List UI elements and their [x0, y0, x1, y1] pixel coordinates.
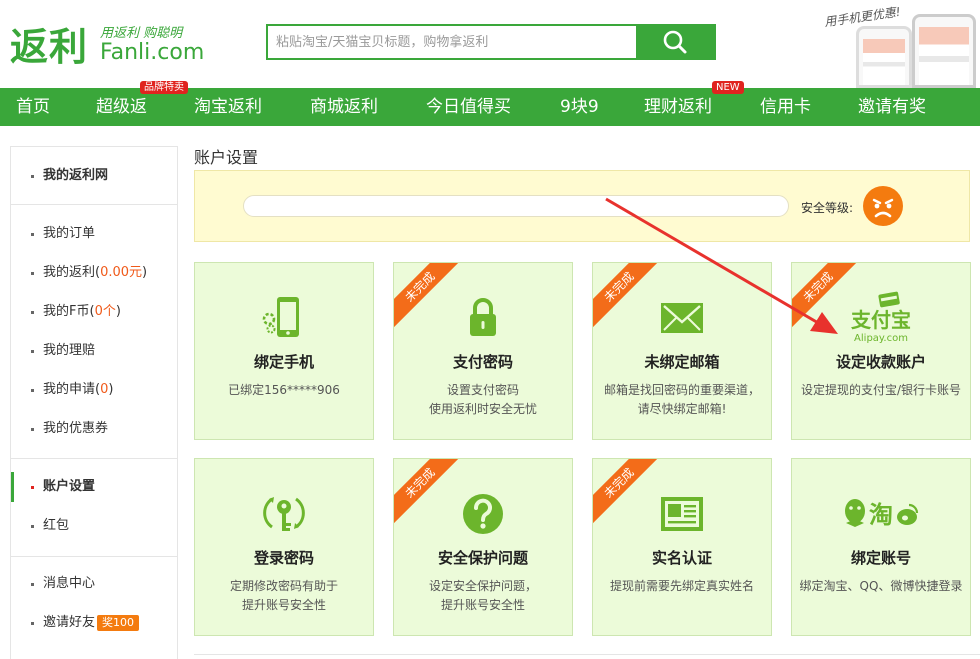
- card-desc: 已绑定156*****906: [228, 383, 340, 397]
- question-icon: [394, 489, 572, 539]
- sidebar-item-label: 我的申请: [43, 382, 96, 397]
- bind-email-card[interactable]: 未完成 未绑定邮箱 邮箱是找回密码的重要渠道， 请尽快绑定邮箱!: [592, 262, 772, 440]
- page-title: 账户设置: [194, 148, 259, 167]
- sidebar-item-label: 邀请好友: [43, 615, 96, 630]
- new-badge: NEW: [712, 81, 744, 94]
- sidebar-item-label: 账户设置: [43, 479, 96, 494]
- mobile-app-promo[interactable]: 用手机更优惠!: [818, 0, 980, 88]
- sidebar-item-coupons[interactable]: 我的优惠券: [11, 414, 177, 444]
- card-title: 安全保护问题: [437, 549, 528, 567]
- phone-icon: [195, 293, 373, 343]
- sidebar-item-red-packet[interactable]: 红包: [11, 511, 177, 541]
- sidebar-item-label: 我的理赔: [43, 343, 96, 358]
- sidebar-item-label: 我的返利: [43, 265, 96, 280]
- alipay-icon: 支付宝 Alipay.com: [792, 291, 970, 344]
- nav-item-finance-rebate[interactable]: 理财返利: [644, 88, 712, 126]
- security-level-panel: 安全等级:: [194, 170, 970, 242]
- id-card-icon: [593, 489, 771, 539]
- divider: [194, 654, 980, 655]
- invite-reward-badge: 奖100: [97, 614, 140, 631]
- nav-item-daily-deals[interactable]: 今日值得买: [426, 88, 511, 126]
- sidebar-item-rebate[interactable]: 我的返利(0.00元): [11, 258, 177, 288]
- search-bar: [266, 24, 716, 60]
- card-title: 实名认证: [651, 549, 712, 567]
- nav-item-super-rebate[interactable]: 超级返: [96, 88, 147, 126]
- logo-slogan: 用返利 购聪明: [100, 26, 183, 41]
- card-desc: 绑定淘宝、QQ、微博快捷登录: [799, 579, 963, 593]
- sidebar-item-messages[interactable]: 消息中心: [11, 569, 177, 599]
- nav-item-mall-rebate[interactable]: 商城返利: [310, 88, 378, 126]
- security-level-label: 安全等级:: [801, 201, 854, 215]
- security-progress-bar: [243, 195, 789, 217]
- fanli-logo[interactable]: 返利 用返利 购聪明 Fanli.com: [10, 14, 210, 70]
- bind-phone-card[interactable]: 绑定手机 已绑定156*****906: [194, 262, 374, 440]
- card-title: 设定收款账户: [835, 353, 926, 371]
- card-title: 支付密码: [452, 353, 513, 371]
- card-desc: 设置支付密码 使用返利时安全无忧: [428, 383, 537, 416]
- sidebar-item-orders[interactable]: 我的订单: [11, 219, 177, 249]
- site-header: 返利 用返利 购聪明 Fanli.com 用手机更优惠!: [0, 0, 980, 88]
- card-desc: 邮箱是找回密码的重要渠道， 请尽快绑定邮箱!: [603, 383, 760, 416]
- real-name-card[interactable]: 未完成 实名认证 提现前需要先绑定真实姓名: [592, 458, 772, 636]
- sidebar-item-claims[interactable]: 我的理赔: [11, 336, 177, 366]
- card-title: 未绑定邮箱: [644, 353, 720, 371]
- login-password-card[interactable]: 登录密码 定期修改密码有助于 提升账号安全性: [194, 458, 374, 636]
- mail-icon: [593, 293, 771, 343]
- card-title: 绑定手机: [253, 353, 314, 371]
- card-desc: 设定安全保护问题， 提升账号安全性: [428, 579, 537, 612]
- taobao-logo-text: 淘: [869, 501, 893, 529]
- sidebar-item-applications[interactable]: 我的申请(0): [11, 375, 177, 405]
- search-button[interactable]: [636, 26, 714, 58]
- payout-account-card[interactable]: 未完成 支付宝 Alipay.com 设定收款账户 设定提现的支付宝/银行卡账号: [791, 262, 971, 440]
- card-title: 登录密码: [253, 549, 314, 567]
- alipay-logo-domain: Alipay.com: [854, 333, 908, 344]
- key-icon: [195, 489, 373, 539]
- rebate-amount: 0.00元: [100, 265, 143, 280]
- sidebar-item-my-fanli[interactable]: 我的返利网: [11, 161, 177, 191]
- search-icon: [663, 30, 687, 54]
- logo-domain: Fanli.com: [100, 40, 205, 65]
- search-input[interactable]: [268, 26, 636, 58]
- bind-accounts-card[interactable]: 淘 绑定账号 绑定淘宝、QQ、微博快捷登录: [791, 458, 971, 636]
- sidebar-item-label: 消息中心: [43, 576, 96, 591]
- nav-item-9-9[interactable]: 9块9: [560, 88, 599, 126]
- sidebar-item-account-settings[interactable]: 账户设置: [11, 472, 177, 502]
- alipay-logo-text: 支付宝: [851, 308, 911, 332]
- payment-password-card[interactable]: 未完成 支付密码 设置支付密码 使用返利时安全无忧: [393, 262, 573, 440]
- card-desc: 设定提现的支付宝/银行卡账号: [800, 383, 962, 397]
- account-sidebar: 我的返利网 我的订单 我的返利(0.00元) 我的F币(0个) 我的理赔 我的申…: [10, 146, 178, 659]
- logo-mark: 返利: [10, 25, 89, 69]
- lock-icon: [394, 293, 572, 343]
- card-desc: 提现前需要先绑定真实姓名: [609, 579, 754, 593]
- sidebar-item-label: 我的订单: [43, 226, 96, 241]
- sidebar-item-coins[interactable]: 我的F币(0个): [11, 297, 177, 327]
- sidebar-item-label: 我的F币: [43, 304, 90, 319]
- nav-item-invite[interactable]: 邀请有奖: [858, 88, 926, 126]
- phone-image: [856, 26, 912, 88]
- card-title: 绑定账号: [850, 549, 911, 567]
- sidebar-item-label: 我的返利网: [43, 168, 109, 183]
- sidebar-item-invite[interactable]: 邀请好友 奖100: [11, 608, 177, 638]
- nav-item-home[interactable]: 首页: [16, 88, 50, 126]
- social-accounts-icon: 淘: [792, 489, 970, 539]
- applications-count: 0: [100, 382, 109, 397]
- coins-count: 0个: [94, 304, 116, 319]
- nav-item-credit-card[interactable]: 信用卡: [760, 88, 811, 126]
- sad-face-icon: [863, 186, 903, 226]
- sidebar-item-label: 红包: [43, 518, 70, 533]
- nav-item-taobao-rebate[interactable]: 淘宝返利: [194, 88, 262, 126]
- phone-image: [912, 14, 976, 88]
- card-desc: 定期修改密码有助于 提升账号安全性: [229, 579, 338, 612]
- sidebar-item-label: 我的优惠券: [43, 421, 109, 436]
- brand-sale-badge: 品牌特卖: [140, 81, 188, 94]
- security-question-card[interactable]: 未完成 安全保护问题 设定安全保护问题， 提升账号安全性: [393, 458, 573, 636]
